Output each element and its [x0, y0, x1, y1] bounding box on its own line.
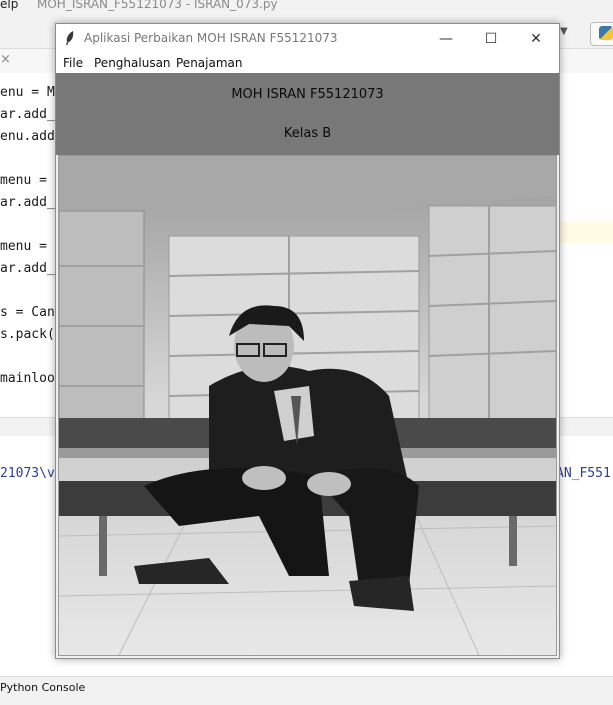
minimize-icon[interactable]: — — [429, 27, 463, 51]
code-line: mainloop — [0, 371, 63, 386]
grayscale-photo — [58, 156, 557, 656]
header-panel: MOH ISRAN F55121073 Kelas B — [56, 73, 559, 155]
ide-bottom-toolbar — [0, 676, 613, 705]
code-line: s.pack( — [0, 327, 55, 342]
code-line: ar.add_ — [0, 261, 55, 276]
menu-bar: File Penghalusan Penajaman — [56, 53, 559, 73]
chevron-down-icon[interactable]: ▼ — [560, 26, 568, 37]
app-window: Aplikasi Perbaikan MOH ISRAN F55121073 —… — [55, 23, 560, 659]
window-title-bar[interactable]: Aplikasi Perbaikan MOH ISRAN F55121073 —… — [56, 24, 559, 53]
python-console-tab[interactable]: Python Console — [0, 681, 85, 694]
close-tab-icon[interactable]: × — [0, 52, 11, 67]
python-run-config-button[interactable] — [590, 22, 613, 46]
class-label: Kelas B — [283, 126, 332, 141]
ide-window-title: MOH_ISRAN_F55121073 - ISRAN_073.py — [37, 0, 278, 11]
console-output-path: 21073\v — [0, 466, 55, 481]
window-title: Aplikasi Perbaikan MOH ISRAN F55121073 — [84, 31, 338, 45]
current-line-highlight — [556, 221, 613, 243]
close-icon[interactable]: ✕ — [519, 27, 553, 51]
maximize-icon[interactable]: ☐ — [474, 27, 508, 51]
image-canvas — [58, 155, 557, 656]
code-line: ar.add_ — [0, 195, 55, 210]
code-line: s = Canv — [0, 305, 63, 320]
menu-penghalusan[interactable]: Penghalusan — [94, 56, 171, 70]
menu-penajaman[interactable]: Penajaman — [176, 56, 243, 70]
ide-help-menu[interactable]: elp — [0, 0, 18, 11]
console-output-path-tail: AN_F551 — [556, 466, 611, 481]
code-line: ar.add_ — [0, 107, 55, 122]
feather-icon — [66, 31, 74, 45]
code-line: menu = M — [0, 239, 63, 254]
python-icon — [599, 26, 613, 40]
menu-file[interactable]: File — [63, 56, 83, 70]
code-line: enu = Mo — [0, 85, 63, 100]
code-line: enu.add_ — [0, 129, 63, 144]
student-name-label: MOH ISRAN F55121073 — [231, 87, 384, 102]
code-line: menu = M — [0, 173, 63, 188]
